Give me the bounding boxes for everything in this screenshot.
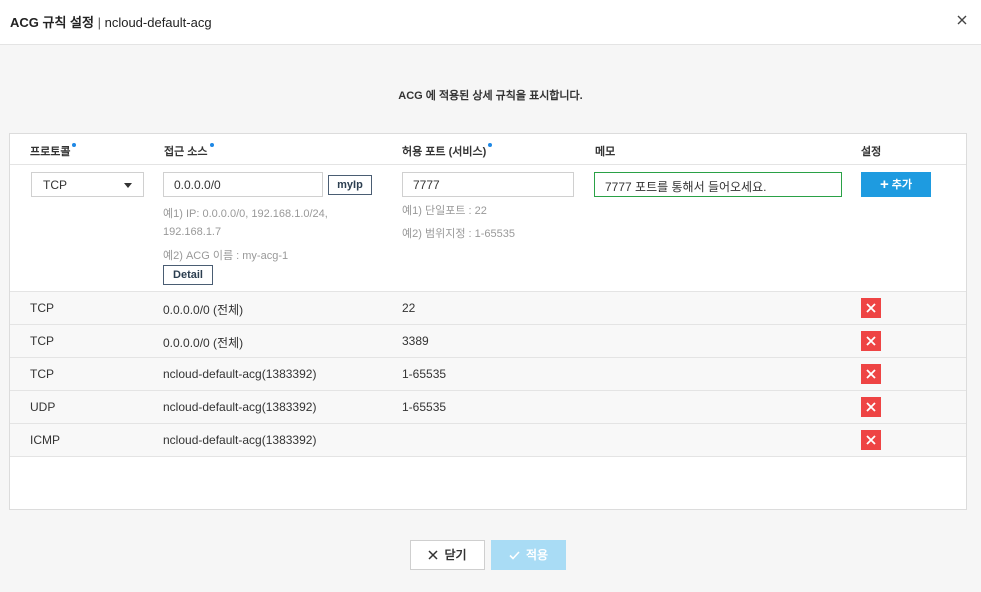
table-row: ICMP ncloud-default-acg(1383392) <box>10 424 966 457</box>
source-hint-example2: 예2) ACG 이름 : my-acg-1 <box>163 250 289 262</box>
myip-button[interactable]: myIp <box>328 175 372 195</box>
close-icon <box>866 369 876 379</box>
delete-rule-button[interactable] <box>861 397 881 417</box>
rule-protocol: TCP <box>30 367 54 381</box>
column-source-label: 접근 소스 <box>164 146 208 158</box>
table-header: 프로토콜 접근 소스 허용 포트 (서비스) 메모 설정 <box>10 134 966 165</box>
apply-button-label: 적용 <box>525 548 549 562</box>
port-hint-example2: 예2) 범위지정 : 1-65535 <box>402 228 515 240</box>
table-row: TCP 0.0.0.0/0 (전체) 22 <box>10 292 966 325</box>
add-rule-button[interactable]: + 추가 <box>861 172 931 197</box>
delete-rule-button[interactable] <box>861 298 881 318</box>
protocol-select-value: TCP <box>43 178 67 192</box>
close-icon[interactable] <box>952 10 972 30</box>
modal-header: ACG 규칙 설정 | ncloud-default-acg <box>0 0 981 45</box>
rule-port: 22 <box>402 301 416 315</box>
column-protocol: 프로토콜 <box>30 143 77 159</box>
detail-button[interactable]: Detail <box>163 265 213 285</box>
required-dot-icon <box>209 143 214 147</box>
table-row: TCP 0.0.0.0/0 (전체) 3389 <box>10 325 966 358</box>
source-hint-example1-cont: 192.168.1.7 <box>163 226 222 238</box>
rule-source: ncloud-default-acg(1383392) <box>163 400 317 414</box>
required-dot-icon <box>72 143 77 147</box>
table-row: UDP ncloud-default-acg(1383392) 1-65535 <box>10 391 966 424</box>
source-hint-example1: 예1) IP: 0.0.0.0/0, 192.168.1.0/24, <box>163 208 328 220</box>
plus-icon: + <box>879 176 889 193</box>
column-settings: 설정 <box>861 146 882 158</box>
column-memo: 메모 <box>595 146 616 158</box>
chevron-down-icon <box>124 183 132 188</box>
rules-table: 프로토콜 접근 소스 허용 포트 (서비스) 메모 설정 TCP 0.0.0.0… <box>9 133 967 510</box>
port-input[interactable]: 7777 <box>402 172 574 197</box>
rule-source: 0.0.0.0/0 (전체) <box>163 303 244 317</box>
column-port: 허용 포트 (서비스) <box>402 143 493 159</box>
rule-protocol: UDP <box>30 400 56 414</box>
rule-source: ncloud-default-acg(1383392) <box>163 433 317 447</box>
close-icon <box>866 435 876 445</box>
column-source: 접근 소스 <box>164 143 214 159</box>
rule-port: 1-65535 <box>402 367 447 381</box>
rule-protocol: ICMP <box>30 433 60 447</box>
close-icon <box>866 303 876 313</box>
port-hint-example1: 예1) 단일포트 : 22 <box>402 205 487 217</box>
rule-port: 1-65535 <box>402 400 447 414</box>
description-text: ACG 에 적용된 상세 규칙을 표시합니다. <box>398 90 583 102</box>
rule-protocol: TCP <box>30 301 54 315</box>
close-button[interactable]: 닫기 <box>410 540 485 570</box>
title-separator: | <box>97 15 101 30</box>
memo-input[interactable]: 7777 포트를 통해서 들어오세요. <box>594 172 842 197</box>
rule-source: ncloud-default-acg(1383392) <box>163 367 317 381</box>
table-row: TCP ncloud-default-acg(1383392) 1-65535 <box>10 358 966 391</box>
delete-rule-button[interactable] <box>861 331 881 351</box>
column-port-label: 허용 포트 (서비스) <box>402 146 487 158</box>
modal-body: ACG 에 적용된 상세 규칙을 표시합니다. 프로토콜 접근 소스 허용 포트… <box>0 45 981 592</box>
source-input[interactable]: 0.0.0.0/0 <box>163 172 323 197</box>
delete-rule-button[interactable] <box>861 364 881 384</box>
modal-title-main: ACG 규칙 설정 <box>10 15 94 30</box>
rule-protocol: TCP <box>30 334 54 348</box>
modal-title-acg-name: ncloud-default-acg <box>104 15 212 30</box>
close-button-label: 닫기 <box>444 548 467 562</box>
checkmark-icon <box>509 551 520 560</box>
add-rule-label: 추가 <box>891 179 912 191</box>
modal-title: ACG 규칙 설정 | ncloud-default-acg <box>10 12 212 31</box>
protocol-select[interactable]: TCP <box>31 172 144 197</box>
close-icon <box>866 402 876 412</box>
close-icon <box>866 336 876 346</box>
close-icon <box>428 550 438 560</box>
rule-source: 0.0.0.0/0 (전체) <box>163 336 244 350</box>
column-protocol-label: 프로토콜 <box>30 146 71 158</box>
required-dot-icon <box>488 143 493 147</box>
new-rule-form: TCP 0.0.0.0/0 myIp 예1) IP: 0.0.0.0/0, 19… <box>10 165 966 292</box>
apply-button[interactable]: 적용 <box>491 540 566 570</box>
delete-rule-button[interactable] <box>861 430 881 450</box>
rule-port: 3389 <box>402 334 429 348</box>
